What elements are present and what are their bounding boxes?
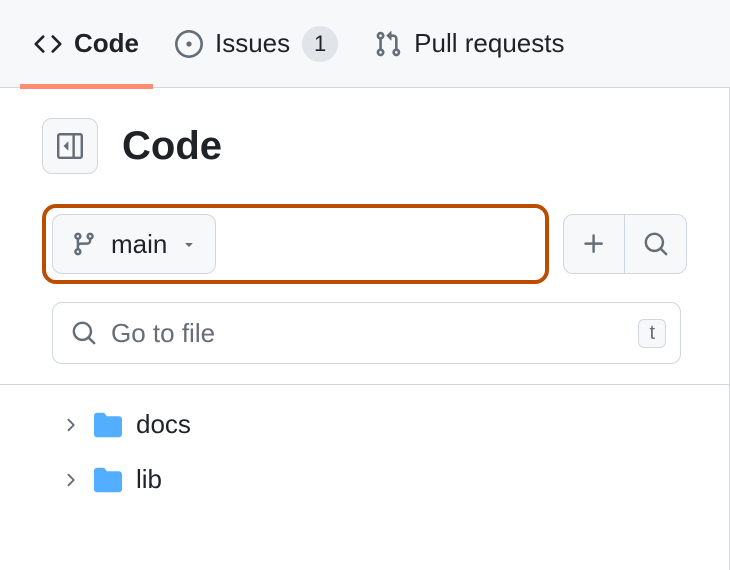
code-icon [34, 30, 62, 58]
tree-item-label: docs [136, 409, 191, 440]
tree-item[interactable]: lib [42, 452, 687, 507]
action-button-group [563, 214, 687, 274]
search-icon [643, 231, 669, 257]
repo-tabs: Code Issues 1 Pull requests [0, 0, 730, 88]
plus-icon [581, 231, 607, 257]
go-to-file-placeholder: Go to file [111, 318, 624, 349]
branch-selector[interactable]: main [52, 214, 216, 274]
branch-name: main [111, 229, 167, 260]
tree-item-label: lib [136, 464, 162, 495]
caret-down-icon [181, 236, 197, 252]
tab-code-label: Code [74, 28, 139, 59]
issue-icon [175, 30, 203, 58]
page-header: Code [42, 118, 687, 174]
search-icon [71, 320, 97, 346]
sidebar-toggle-button[interactable] [42, 118, 98, 174]
tree-item[interactable]: docs [42, 397, 687, 452]
controls-row: main [42, 204, 687, 284]
divider [0, 384, 729, 385]
tab-pulls-label: Pull requests [414, 28, 564, 59]
tab-issues[interactable]: Issues 1 [161, 0, 352, 88]
folder-icon [94, 466, 122, 494]
content-area: Code main Go to fil [0, 88, 730, 570]
chevron-right-icon [60, 415, 80, 435]
pull-request-icon [374, 30, 402, 58]
tab-code[interactable]: Code [20, 0, 153, 88]
chevron-right-icon [60, 470, 80, 490]
tab-issues-label: Issues [215, 28, 290, 59]
branch-selector-highlight: main [42, 204, 549, 284]
go-to-file-input[interactable]: Go to file t [52, 302, 681, 364]
keyboard-shortcut-badge: t [638, 319, 666, 348]
tab-pulls[interactable]: Pull requests [360, 0, 578, 88]
folder-icon [94, 411, 122, 439]
search-repo-button[interactable] [625, 214, 687, 274]
issues-count-badge: 1 [302, 26, 338, 62]
git-branch-icon [71, 231, 97, 257]
sidebar-collapse-icon [57, 133, 83, 159]
add-file-button[interactable] [563, 214, 625, 274]
page-title: Code [122, 124, 222, 169]
